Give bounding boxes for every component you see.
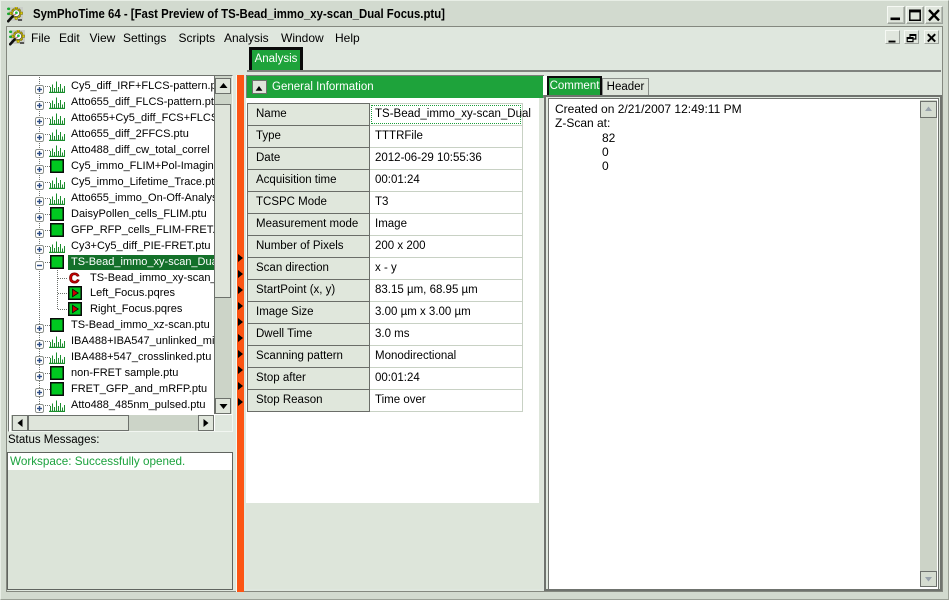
svg-text:C: C xyxy=(69,271,80,285)
